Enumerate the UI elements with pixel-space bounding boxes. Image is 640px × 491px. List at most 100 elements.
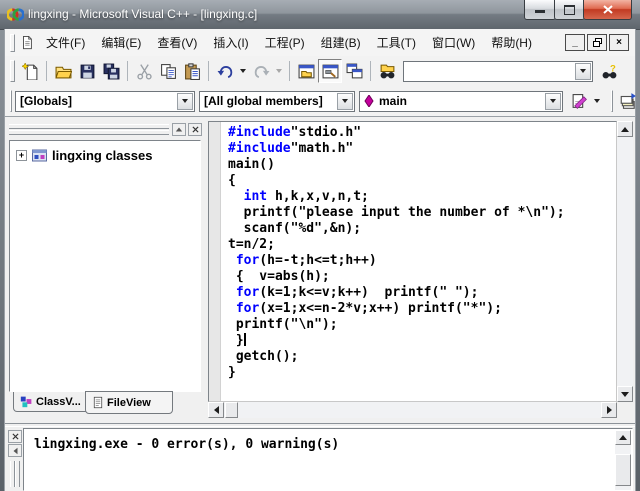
- code-line: printf("please input the number of *\n")…: [228, 205, 614, 221]
- toolbar-separator: [127, 61, 128, 81]
- copy-icon: [160, 63, 177, 80]
- panel-expand-icon: [176, 128, 182, 132]
- toolbar-gripper[interactable]: [10, 60, 15, 82]
- members-combo[interactable]: [All global members]: [199, 91, 355, 112]
- output-close-button[interactable]: [8, 430, 22, 443]
- redo-dropdown[interactable]: [276, 69, 282, 73]
- wizardbar-action-button[interactable]: [567, 89, 591, 113]
- output-vscroll-thumb[interactable]: [615, 454, 631, 486]
- new-file-button[interactable]: [18, 59, 42, 83]
- code-line: for(h=-t;h<=t;h++): [228, 253, 614, 269]
- tab-classview[interactable]: ClassV...: [13, 392, 95, 412]
- editor-hscrollbar[interactable]: [208, 402, 617, 418]
- document-system-menu-icon[interactable]: [20, 35, 34, 50]
- output-window[interactable]: lingxing.exe - 0 error(s), 0 warning(s): [23, 428, 633, 491]
- function-combo-dropdown[interactable]: [545, 93, 561, 110]
- hscroll-thumb[interactable]: [225, 402, 238, 418]
- find-combo[interactable]: [403, 61, 593, 82]
- function-combo-value: main: [375, 94, 544, 108]
- toggle-workspace-button[interactable]: [294, 59, 318, 83]
- scroll-left-button[interactable]: [208, 402, 224, 418]
- output-tab-scroll-left-button[interactable]: [8, 444, 22, 457]
- undo-button[interactable]: [213, 59, 237, 83]
- members-combo-dropdown[interactable]: [337, 93, 353, 110]
- save-icon: [79, 63, 96, 80]
- code-line: for(k=1;k<=v;k++) printf(" ");: [228, 285, 614, 301]
- code-editor[interactable]: #include"stdio.h"#include"math.h"main(){…: [208, 121, 617, 402]
- minimize-icon: [535, 10, 545, 13]
- output-close-icon: [12, 433, 19, 440]
- toolbar-separator: [46, 61, 47, 81]
- workspace-window-icon: [298, 63, 315, 80]
- tree-expand-button[interactable]: +: [16, 150, 27, 161]
- scroll-up-button[interactable]: [617, 121, 633, 137]
- copy-button[interactable]: [156, 59, 180, 83]
- close-button[interactable]: [583, 0, 632, 20]
- cut-button[interactable]: [132, 59, 156, 83]
- tree-root-row[interactable]: + lingxing classes: [16, 147, 200, 163]
- cascade-windows-button[interactable]: [342, 59, 366, 83]
- output-splitter[interactable]: [5, 423, 635, 427]
- compile-button[interactable]: [616, 89, 640, 113]
- code-area[interactable]: #include"stdio.h"#include"math.h"main(){…: [228, 125, 614, 401]
- panel-close-button[interactable]: [188, 123, 202, 136]
- toggle-output-button[interactable]: [318, 59, 342, 83]
- mdi-minimize-button[interactable]: _: [565, 34, 585, 51]
- code-line: printf("\n");: [228, 317, 614, 333]
- output-scroll-up-button[interactable]: [615, 430, 631, 445]
- code-line: int h,k,x,v,n,t;: [228, 189, 614, 205]
- menu-item-3[interactable]: 插入(I): [205, 30, 256, 55]
- scroll-down-button[interactable]: [617, 386, 633, 402]
- mdi-close-button[interactable]: ×: [609, 34, 629, 51]
- editor-vscrollbar[interactable]: [617, 121, 633, 402]
- workspace-panel-header[interactable]: [7, 122, 203, 138]
- open-file-button[interactable]: [51, 59, 75, 83]
- menu-item-8[interactable]: 帮助(H): [483, 30, 540, 55]
- redo-button[interactable]: [249, 59, 273, 83]
- menu-item-4[interactable]: 工程(P): [257, 30, 313, 55]
- redo-icon: [253, 63, 270, 80]
- output-vscrollbar[interactable]: [615, 430, 631, 490]
- function-combo[interactable]: main: [359, 91, 563, 112]
- find-in-files-button[interactable]: [375, 59, 399, 83]
- mdi-restore-icon: [593, 38, 602, 47]
- tab-fileview[interactable]: FileView: [85, 391, 173, 414]
- selection-margin[interactable]: [209, 122, 221, 401]
- scope-combo-dropdown[interactable]: [177, 93, 193, 110]
- search-icon: ?: [601, 63, 618, 80]
- title-bar[interactable]: lingxing - Microsoft Visual C++ - [lingx…: [0, 0, 640, 30]
- classes-folder-icon: [31, 147, 48, 163]
- menubar-gripper[interactable]: [10, 34, 15, 52]
- menu-item-6[interactable]: 工具(T): [369, 30, 424, 55]
- toolbar-gripper[interactable]: [10, 90, 12, 112]
- menu-item-5[interactable]: 组建(B): [313, 30, 369, 55]
- menu-item-2[interactable]: 查看(V): [149, 30, 205, 55]
- find-combo-dropdown[interactable]: [575, 63, 591, 80]
- save-all-button[interactable]: [99, 59, 123, 83]
- function-diamond-icon: [363, 95, 375, 107]
- code-line: scanf("%d",&n);: [228, 221, 614, 237]
- mdi-restore-button[interactable]: [587, 34, 607, 51]
- undo-dropdown[interactable]: [240, 69, 246, 73]
- wizardbar-action-dropdown[interactable]: [594, 99, 600, 103]
- minimize-button[interactable]: [524, 0, 556, 20]
- scroll-right-button[interactable]: [601, 402, 617, 418]
- toolbar-gripper[interactable]: [611, 90, 613, 112]
- tree-root-label: lingxing classes: [52, 148, 152, 163]
- menu-item-1[interactable]: 编辑(E): [93, 30, 149, 55]
- scope-combo[interactable]: [Globals]: [15, 91, 195, 112]
- search-button[interactable]: ?: [597, 59, 621, 83]
- code-line: getch();: [228, 349, 614, 365]
- output-text: lingxing.exe - 0 error(s), 0 warning(s): [34, 437, 632, 452]
- output-tab-scroll-left-icon: [13, 447, 17, 453]
- paste-button[interactable]: [180, 59, 204, 83]
- undo-icon: [217, 63, 234, 80]
- panel-expand-button[interactable]: [172, 123, 186, 136]
- save-button[interactable]: [75, 59, 99, 83]
- menu-item-7[interactable]: 窗口(W): [424, 30, 483, 55]
- maximize-icon: [564, 5, 575, 15]
- maximize-button[interactable]: [554, 0, 585, 20]
- mdi-controls: _ ×: [565, 34, 629, 51]
- menu-item-0[interactable]: 文件(F): [38, 30, 93, 55]
- classview-tree[interactable]: + lingxing classes: [9, 140, 201, 392]
